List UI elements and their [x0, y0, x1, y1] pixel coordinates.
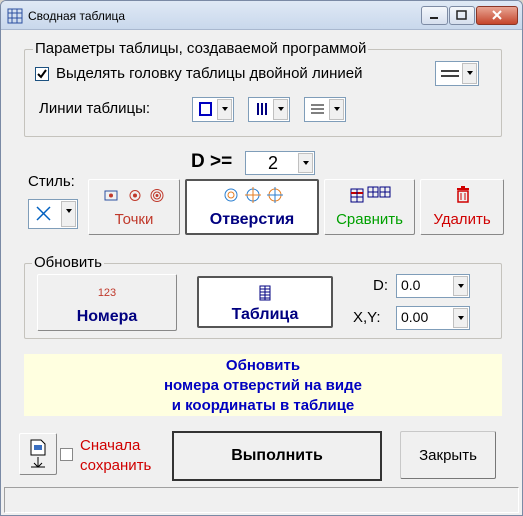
execute-label: Выполнить [231, 447, 323, 464]
chevron-down-icon [273, 99, 288, 120]
xy-precision-value: 0.00 [401, 309, 429, 325]
xy-label: X,Y: [353, 309, 381, 326]
compare-button[interactable]: Сравнить [324, 179, 415, 235]
info-line-2: номера отверстий на виде [164, 377, 362, 394]
info-line-3: и координаты в таблице [171, 397, 355, 414]
xy-precision-select[interactable]: 0.00 [396, 306, 470, 330]
holes-label: Отверстия [209, 211, 295, 228]
style-select[interactable] [28, 199, 78, 229]
d-precision-value: 0.0 [401, 277, 421, 293]
save-document-icon [30, 439, 46, 468]
title-bar[interactable]: Сводная таблица [1, 1, 522, 30]
double-line-icon [441, 70, 459, 77]
maximize-button[interactable] [449, 6, 475, 25]
table-app-icon [7, 8, 23, 24]
delete-button[interactable]: Удалить [420, 179, 504, 235]
chevron-down-icon [61, 201, 76, 227]
minimize-icon [430, 17, 438, 19]
close-button[interactable] [476, 6, 518, 25]
save-first-label-line2: сохранить [80, 457, 152, 474]
d-filter-value: 2 [268, 153, 279, 173]
vertical-lines-select[interactable] [248, 97, 290, 122]
outer-border-icon [199, 102, 212, 116]
window-title: Сводная таблица [28, 9, 126, 23]
trash-icon [457, 186, 469, 203]
table-params-group: Параметры таблицы, создаваемой программо… [24, 40, 502, 137]
chevron-down-icon [298, 153, 313, 173]
minimize-button[interactable] [421, 6, 448, 25]
table-params-legend: Параметры таблицы, создаваемой программо… [33, 40, 369, 57]
compare-icon [350, 186, 391, 203]
chevron-down-icon [217, 99, 232, 120]
points-label: Точки [114, 211, 154, 228]
vertical-lines-icon [257, 103, 267, 115]
d-precision-select[interactable]: 0.0 [396, 274, 470, 298]
table-icon [259, 285, 271, 301]
checkmark-icon [37, 69, 47, 79]
holes-icon [224, 187, 283, 203]
table-lines-label: Линии таблицы: [39, 100, 151, 117]
numbers-label: Номера [76, 308, 138, 325]
update-legend: Обновить [32, 254, 104, 271]
compare-label: Сравнить [336, 211, 403, 228]
points-button[interactable]: Точки [88, 179, 180, 235]
close-label: Закрыть [419, 446, 477, 464]
style-label: Стиль: [28, 173, 75, 190]
table-label: Таблица [231, 306, 299, 323]
save-first-checkbox[interactable] [60, 448, 73, 461]
chevron-down-icon [462, 63, 477, 84]
chevron-down-icon [329, 99, 344, 120]
close-icon [492, 10, 502, 20]
outer-border-select[interactable] [192, 97, 234, 122]
save-document-button[interactable] [19, 433, 57, 475]
points-icon [104, 189, 164, 202]
info-line-1: Обновить [225, 357, 301, 374]
chevron-down-icon [453, 276, 468, 296]
d-label: D: [373, 277, 388, 294]
info-panel: Обновить номера отверстий на виде и коор… [24, 354, 502, 416]
d-filter-select[interactable]: 2 [245, 151, 315, 175]
cross-mark-icon [36, 206, 51, 221]
maximize-icon [456, 10, 467, 20]
execute-button[interactable]: Выполнить [172, 431, 382, 481]
chevron-down-icon [453, 308, 468, 328]
update-numbers-button[interactable]: 123 Номера [37, 274, 177, 331]
holes-button[interactable]: Отверстия [185, 179, 319, 235]
window: Сводная таблица Параметры таблицы, созда… [0, 0, 523, 516]
horizontal-lines-icon [311, 104, 324, 114]
numbers-caption: 123 [97, 287, 117, 299]
status-bar [4, 487, 519, 513]
d-filter-label: D >= [191, 151, 233, 172]
close-dialog-button[interactable]: Закрыть [400, 431, 496, 479]
double-line-checkbox[interactable] [35, 67, 49, 81]
update-table-button[interactable]: Таблица [197, 276, 333, 328]
double-line-label: Выделять головку таблицы двойной линией [56, 65, 363, 82]
horizontal-lines-select[interactable] [304, 97, 346, 122]
delete-label: Удалить [433, 211, 491, 228]
header-line-style-select[interactable] [435, 61, 479, 86]
save-first-label-line1: Сначала [80, 437, 141, 454]
